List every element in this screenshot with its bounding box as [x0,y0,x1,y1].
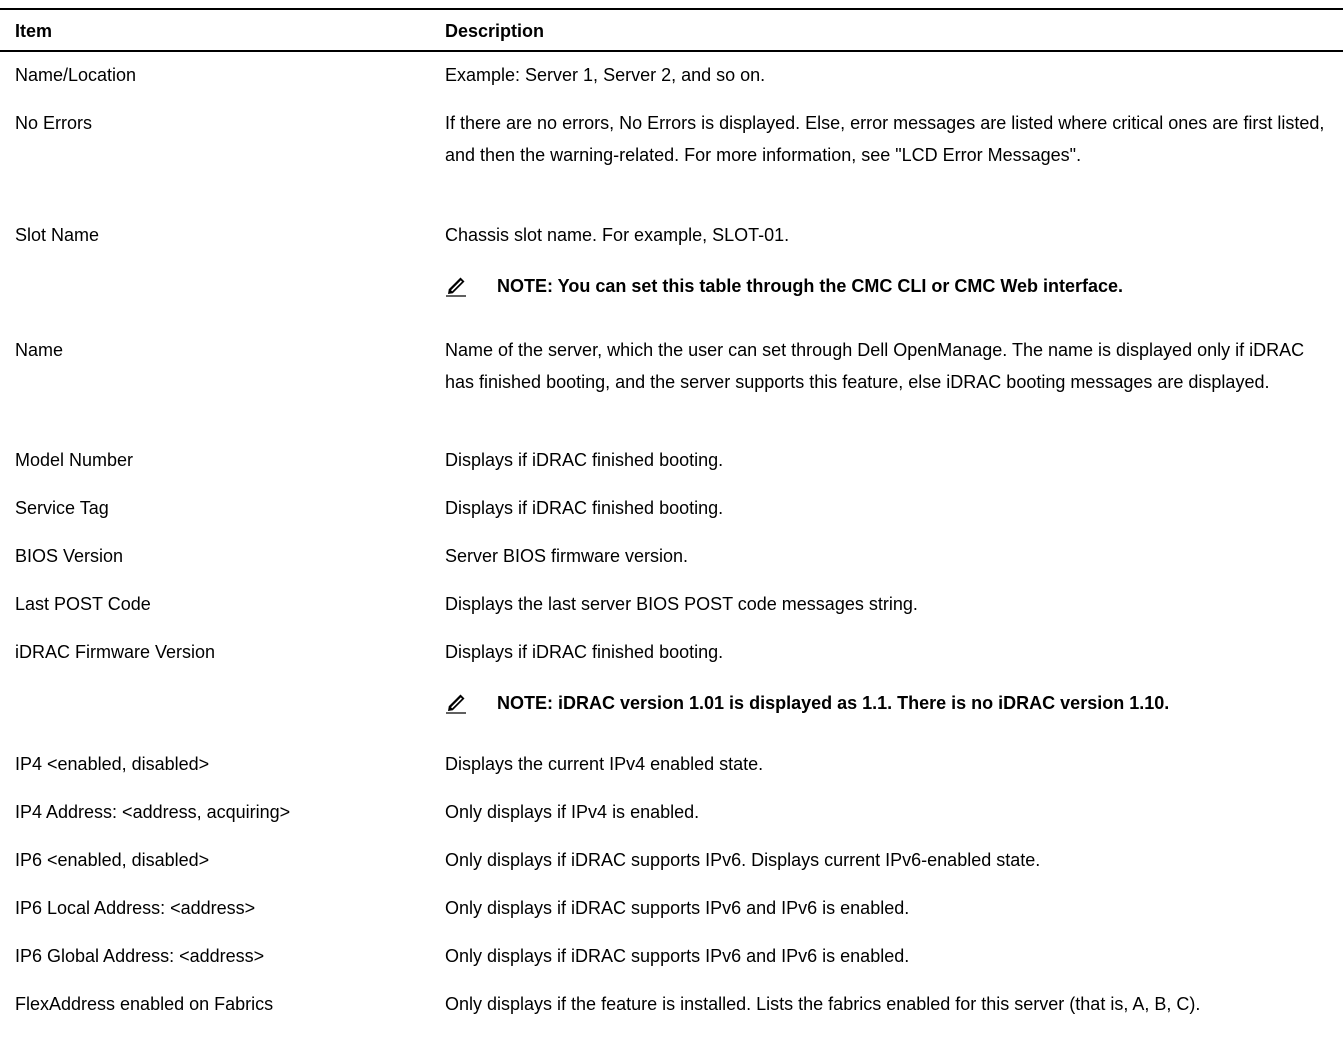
table-row: Service Tag Displays if iDRAC finished b… [0,496,1325,520]
row-description: Server BIOS firmware version. [445,546,689,566]
table-row: iDRAC Firmware Version Displays if iDRAC… [0,640,1325,664]
note-block: NOTE: iDRAC version 1.01 is displayed as… [445,691,1169,715]
pencil-note-icon [446,277,466,297]
pencil-note-icon [446,694,466,714]
item-description-table: Item Description Name/Location Example: … [0,8,1343,1014]
row-description: Only displays if IPv4 is enabled. [445,802,700,822]
row-item: Service Tag [15,498,109,518]
row-description: Only displays if the feature is installe… [445,994,1201,1014]
row-item: Last POST Code [15,594,151,614]
row-description: Only displays if iDRAC supports IPv6 and… [445,898,910,918]
note-block: NOTE: You can set this table through the… [445,274,1123,298]
row-description: If there are no errors, No Errors is dis… [445,113,1325,165]
table-row: Model Number Displays if iDRAC finished … [0,448,1325,472]
row-item: FlexAddress enabled on Fabrics [15,994,274,1014]
row-item: No Errors [15,113,93,133]
table-row: No Errors If there are no errors, No Err… [0,111,1325,171]
table-row: IP6 <enabled, disabled> Only displays if… [0,848,1325,872]
note-text: NOTE: You can set this table through the… [497,276,1124,296]
row-item: Name [15,340,64,360]
row-description: Name of the server, which the user can s… [445,340,1305,392]
row-description: Only displays if iDRAC supports IPv6. Di… [445,850,1041,870]
row-description: Displays if iDRAC finished booting. [445,450,724,470]
row-description: Displays if iDRAC finished booting. [445,498,724,518]
header-description: Description [445,20,545,41]
table-row: BIOS Version Server BIOS firmware versio… [0,544,1325,568]
table-row: FlexAddress enabled on Fabrics Only disp… [0,992,1325,1020]
row-description: Displays if iDRAC finished booting. [445,642,724,662]
row-item: IP4 Address: <address, acquiring> [15,802,291,822]
row-item: Model Number [15,450,134,470]
table-row: Last POST Code Displays the last server … [0,592,1325,616]
header-item: Item [15,20,53,41]
row-item: IP6 Global Address: <address> [15,946,265,966]
row-item: IP4 <enabled, disabled> [15,754,210,774]
table-row: Name Name of the server, which the user … [0,338,1325,398]
row-item: IP6 <enabled, disabled> [15,850,210,870]
row-description: Chassis slot name. For example, SLOT-01. [445,225,790,245]
row-item: iDRAC Firmware Version [15,642,216,662]
note-text: NOTE: iDRAC version 1.01 is displayed as… [497,693,1170,713]
table-row: IP4 Address: <address, acquiring> Only d… [0,800,1325,824]
row-item: BIOS Version [15,546,124,566]
table-header-row: Item Description [0,10,1343,50]
row-description: Displays the current IPv4 enabled state. [445,754,764,774]
row-item: Name/Location [15,65,137,85]
table-row: IP4 <enabled, disabled> Displays the cur… [0,752,1325,776]
row-description: Only displays if iDRAC supports IPv6 and… [445,946,910,966]
table-row: IP6 Global Address: <address> Only displ… [0,944,1325,968]
table-row: IP6 Local Address: <address> Only displa… [0,896,1325,920]
row-item: IP6 Local Address: <address> [15,898,256,918]
table-row: Slot Name Chassis slot name. For example… [0,223,1325,247]
row-item: Slot Name [15,225,100,245]
note-row: NOTE: You can set this table through the… [445,274,1123,298]
table-header-rule [0,50,1343,52]
row-description: Example: Server 1, Server 2, and so on. [445,65,766,85]
table-row: Name/Location Example: Server 1, Server … [0,63,1325,87]
row-description: Displays the last server BIOS POST code … [445,594,918,614]
note-row: NOTE: iDRAC version 1.01 is displayed as… [445,691,1169,715]
